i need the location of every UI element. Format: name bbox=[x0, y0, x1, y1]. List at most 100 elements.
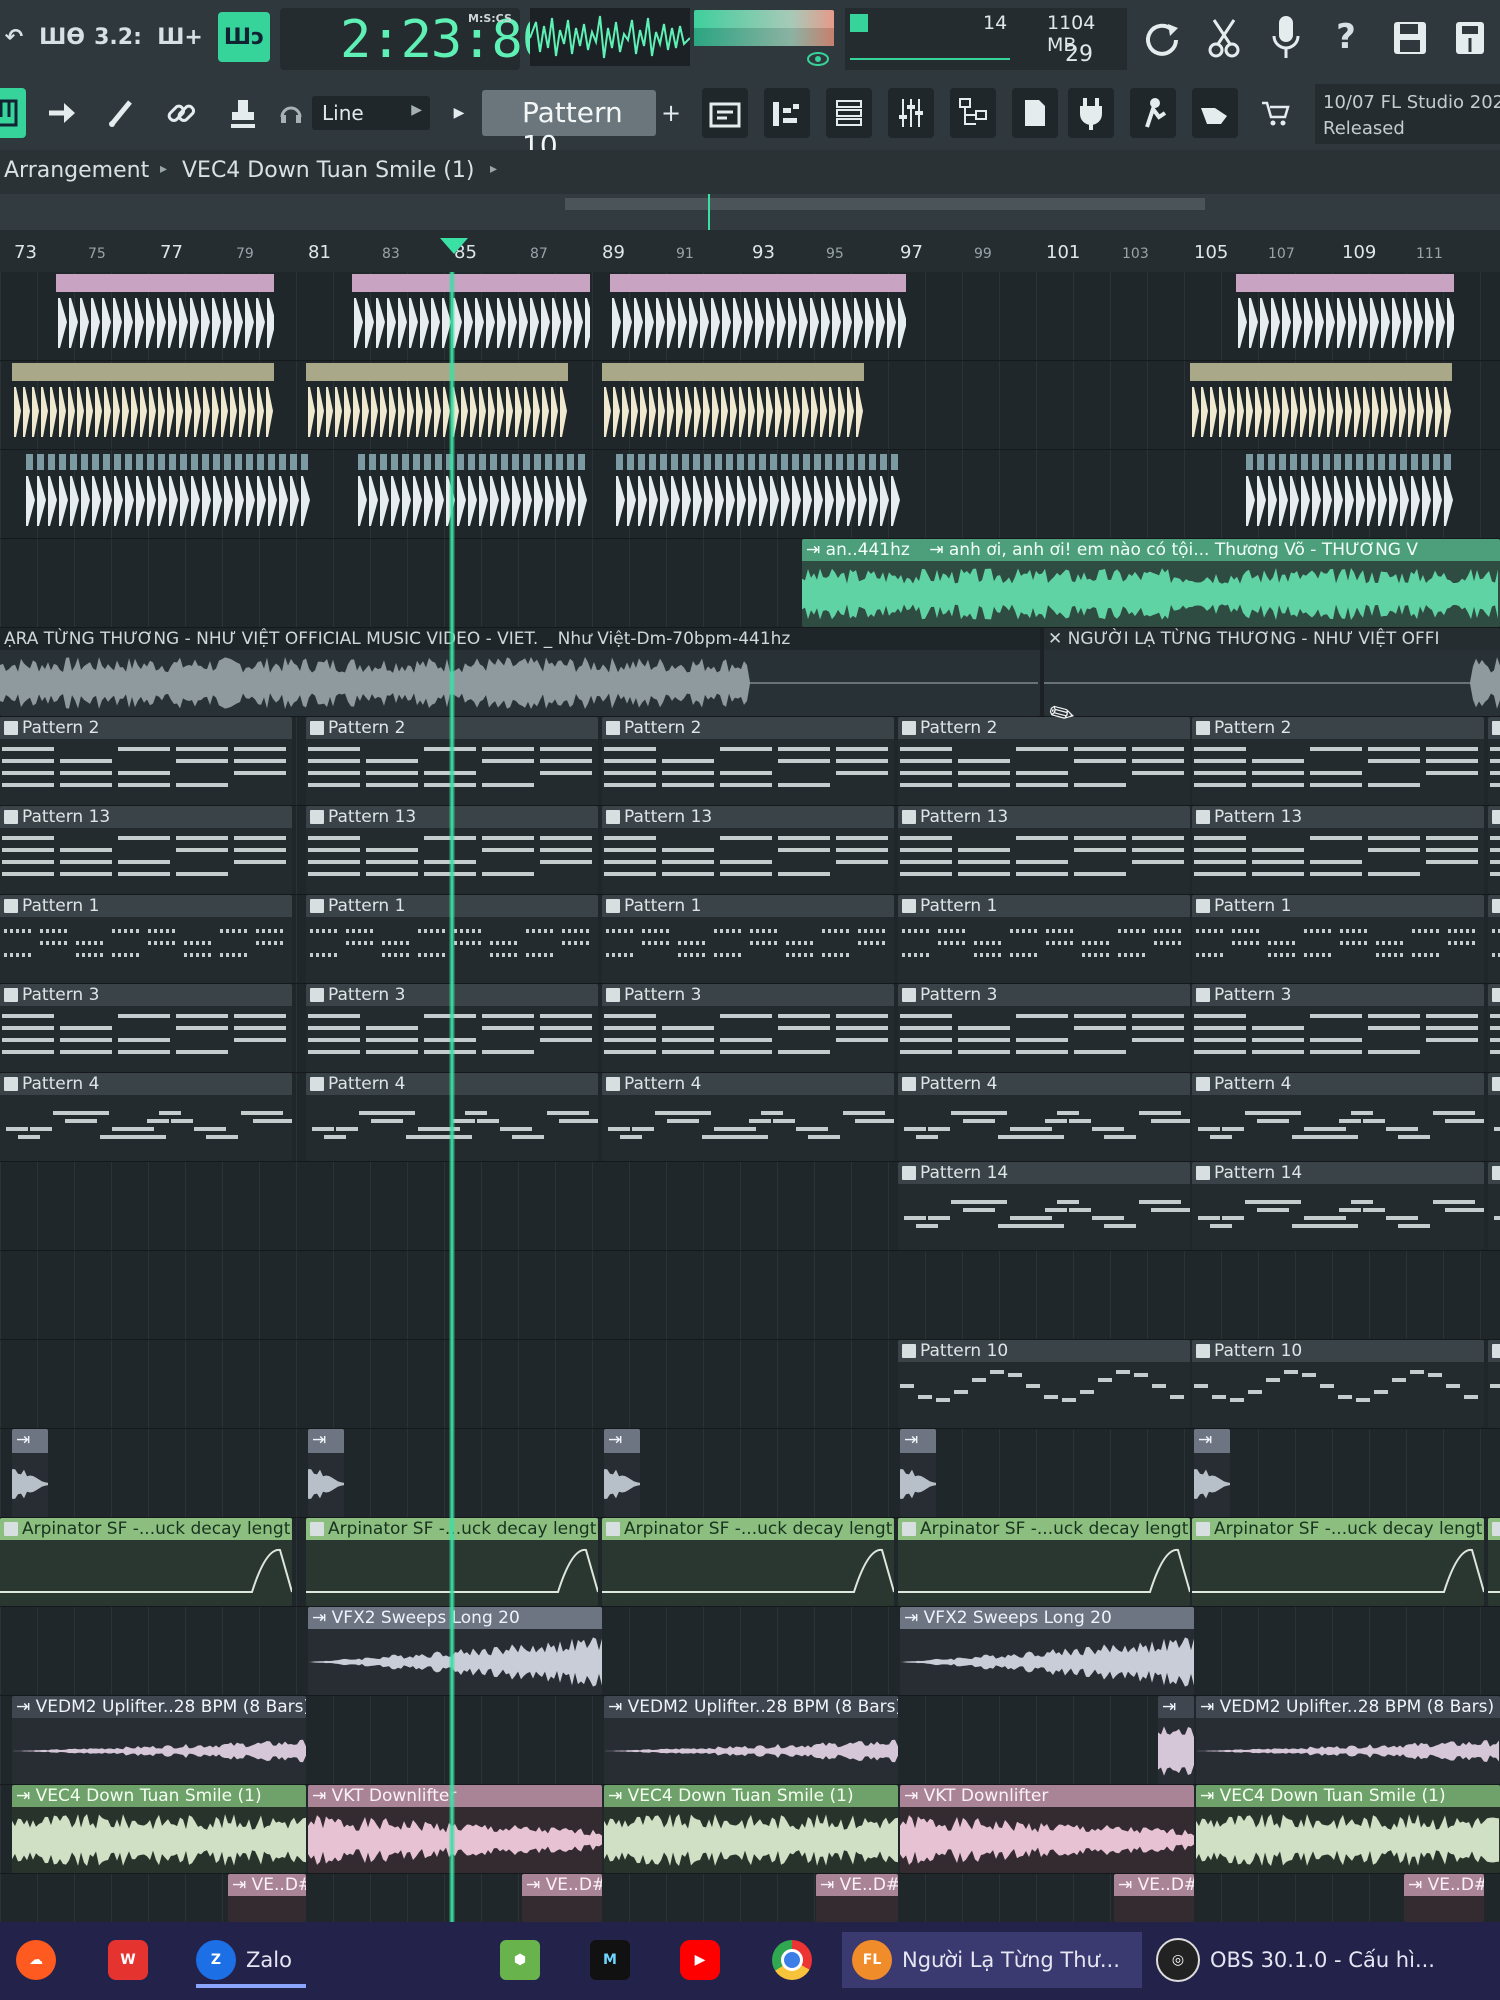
pattern-clip[interactable]: Pattern 2 bbox=[1488, 717, 1500, 805]
audio-clip[interactable]: ⇥ VE..D# bbox=[1404, 1874, 1484, 1922]
visibility-eye-icon[interactable] bbox=[806, 50, 830, 68]
drum-clip[interactable] bbox=[1236, 272, 1456, 360]
audio-clip[interactable]: ⇥ an..441hz ⇥ anh ơi, anh ơi! em nào có … bbox=[802, 539, 1500, 627]
audio-clip[interactable]: ⇥ VEC4 Down Tuan Smile (1) bbox=[1196, 1785, 1500, 1873]
pattern-clip[interactable]: Pattern 3 bbox=[602, 984, 894, 1072]
track-lane[interactable]: Pattern 14 Pattern 14 Pattern 14 bbox=[0, 1162, 1500, 1251]
cpu-memory-panel[interactable]: 14 1104 MB 29 bbox=[845, 8, 1127, 70]
drum-clip[interactable] bbox=[1190, 361, 1452, 449]
pencil-tool-icon[interactable] bbox=[98, 88, 144, 138]
pattern-clip[interactable]: Pattern 1 bbox=[602, 895, 894, 983]
pattern-clip[interactable]: Pattern 3 bbox=[898, 984, 1190, 1072]
drum-clip[interactable] bbox=[56, 272, 276, 360]
track-lane[interactable]: ⇥ VFX2 Sweeps Long 20 ⇥ VFX2 Sweeps Long… bbox=[0, 1607, 1500, 1696]
scissors-icon[interactable] bbox=[1204, 16, 1244, 60]
taskbar-obs[interactable]: ◎ OBS 30.1.0 - Cấu hì... bbox=[1146, 1932, 1500, 1988]
drum-clip[interactable] bbox=[610, 272, 907, 360]
track-lane[interactable] bbox=[0, 361, 1500, 450]
track-lane[interactable]: ⇥ an..441hz ⇥ anh ơi, anh ơi! em nào có … bbox=[0, 539, 1500, 628]
track-lane[interactable]: Arpinator SF -...uck decay length Arpinat… bbox=[0, 1518, 1500, 1607]
automation-clip[interactable]: Arpinator SF -...uck decay length bbox=[898, 1518, 1190, 1606]
help-icon[interactable]: ? bbox=[1324, 12, 1368, 62]
playlist-grid[interactable]: ⇥ an..441hz ⇥ anh ơi, anh ơi! em nào có … bbox=[0, 272, 1500, 1922]
drum-clip[interactable] bbox=[306, 361, 568, 449]
audio-clip[interactable]: ⇥ VEC4 Down Tuan Smile (1) bbox=[12, 1785, 306, 1873]
taskbar-fl-studio[interactable]: FL Người Lạ Từng Thư... bbox=[842, 1932, 1142, 1988]
export-icon[interactable] bbox=[1452, 20, 1488, 56]
track-lane[interactable] bbox=[0, 1251, 1500, 1340]
track-lane[interactable]: Pattern 10 Pattern 10 Pattern 10 bbox=[0, 1340, 1500, 1429]
audio-clip[interactable]: ✕ NGƯỜI LẠ TỪNG THƯƠNG - NHƯ VIỆT OFFI bbox=[1044, 628, 1500, 716]
breadcrumb-clip[interactable]: VEC4 Down Tuan Smile (1) bbox=[182, 158, 474, 183]
tempo-tap-button[interactable]: 3.2: bbox=[94, 12, 142, 62]
timeline-ruler[interactable]: 73 75 77 79 81 83 85 87 89 91 93 95 97 9… bbox=[0, 230, 1500, 273]
breadcrumb-arrangement[interactable]: Arrangement bbox=[4, 158, 149, 183]
playlist-overview[interactable] bbox=[0, 194, 1500, 230]
browser-tree-icon[interactable] bbox=[950, 88, 996, 138]
audio-clip[interactable]: ⇥ bbox=[12, 1429, 48, 1517]
pattern-clip[interactable]: Pattern 1 bbox=[898, 895, 1190, 983]
track-lane[interactable]: Pattern 2 Pattern 2 Pattern 2 Pattern 2 Patt… bbox=[0, 717, 1500, 806]
link-icon[interactable] bbox=[158, 88, 204, 138]
track-lane[interactable]: ⇥ VE..D# ⇥ VE..D# ⇥ VE..D# ⇥ VE..D# ⇥ VE… bbox=[0, 1874, 1500, 1922]
track-lane[interactable]: ⇥ ⇥ ⇥ ⇥ ⇥ bbox=[0, 1429, 1500, 1518]
pattern-clip[interactable]: Pattern 10 bbox=[1488, 1340, 1500, 1428]
audio-clip[interactable]: ⇥ bbox=[900, 1429, 936, 1517]
refresh-icon[interactable] bbox=[1142, 18, 1182, 58]
undo-icon[interactable]: ↶ bbox=[0, 12, 36, 62]
pattern-list-icon[interactable] bbox=[826, 88, 872, 138]
taskbar-soundcloud[interactable]: ☁ bbox=[16, 1932, 56, 1988]
pattern-clip[interactable]: Pattern 4 bbox=[1488, 1073, 1500, 1161]
drum-clip[interactable] bbox=[602, 361, 864, 449]
drum-clip[interactable] bbox=[12, 361, 274, 449]
stamp-tool-icon[interactable] bbox=[220, 88, 266, 138]
pattern-clip[interactable]: Pattern 3 bbox=[0, 984, 292, 1072]
automation-clip[interactable]: Arpinator SF -...uck decay length bbox=[1192, 1518, 1484, 1606]
taskbar-youtube[interactable]: ▶ bbox=[680, 1932, 720, 1988]
automation-clip[interactable]: Arpinator SF -...uck decay length bbox=[0, 1518, 292, 1606]
pattern-clip[interactable]: Pattern 4 bbox=[602, 1073, 894, 1161]
track-lane[interactable]: ⇥ VEDM2 Uplifter..28 BPM (8 Bars) ⇥ VEDM… bbox=[0, 1696, 1500, 1785]
playhead-line[interactable] bbox=[449, 272, 455, 1922]
loop-record-button[interactable]: Шↄ bbox=[218, 12, 270, 62]
metronome-button[interactable]: ШӨ bbox=[39, 12, 85, 62]
audio-clip[interactable]: ⇥ bbox=[604, 1429, 640, 1517]
mixer-icon[interactable] bbox=[888, 88, 934, 138]
track-lane[interactable]: Pattern 3 Pattern 3 Pattern 3 Pattern 3 Patt… bbox=[0, 984, 1500, 1073]
piano-roll-icon[interactable] bbox=[0, 88, 26, 138]
save-icon[interactable] bbox=[1392, 20, 1428, 56]
audio-clip[interactable]: ⇥ bbox=[1158, 1696, 1194, 1784]
audio-clip[interactable]: ⇥ VEDM2 Uplifter..28 BPM (8 Bars) bbox=[604, 1696, 898, 1784]
song-time-display[interactable]: 2:23:80 M:S:CS bbox=[280, 8, 553, 70]
pattern-clip[interactable]: Pattern 13 bbox=[1192, 806, 1484, 894]
tutorial-person-icon[interactable] bbox=[1130, 88, 1176, 138]
step-edit-button[interactable]: Ш+ bbox=[157, 12, 203, 62]
audio-clip[interactable]: ⇥ VFX2 Sweeps Long 20 bbox=[900, 1607, 1194, 1695]
audio-clip[interactable]: ⇥ VKT Downlifter bbox=[308, 1785, 602, 1873]
track-lane[interactable]: Pattern 4 Pattern 4 Pattern 4 Pattern 4 Patt… bbox=[0, 1073, 1500, 1162]
close-icon[interactable]: ✕ bbox=[1048, 629, 1068, 649]
automation-clip[interactable]: Arpinator SF -...uck decay length bbox=[1488, 1518, 1500, 1606]
pattern-clip[interactable]: Pattern 1 bbox=[0, 895, 292, 983]
audio-clip[interactable]: ⇥ VEDM2 Uplifter..28 BPM (8 Bars) bbox=[1196, 1696, 1500, 1784]
pattern-clip[interactable]: Pattern 3 bbox=[1488, 984, 1500, 1072]
taskbar-app-green[interactable]: ⬢ bbox=[500, 1932, 540, 1988]
drum-clip[interactable] bbox=[24, 450, 312, 538]
news-panel[interactable]: 10/07 FL Studio 2024 Released bbox=[1315, 84, 1500, 144]
pattern-clip[interactable]: Pattern 13 bbox=[1488, 806, 1500, 894]
pattern-clip[interactable]: Pattern 4 bbox=[0, 1073, 292, 1161]
audio-clip[interactable]: ⇥ VEDM2 Uplifter..28 BPM (8 Bars) bbox=[12, 1696, 306, 1784]
pattern-prev-icon[interactable]: ▶ bbox=[446, 88, 472, 138]
pattern-clip[interactable]: Pattern 13 bbox=[0, 806, 292, 894]
taskbar-wps[interactable]: W bbox=[108, 1932, 148, 1988]
drum-clip[interactable] bbox=[352, 272, 594, 360]
taskbar-chrome[interactable] bbox=[772, 1932, 812, 1988]
pattern-clip[interactable]: Pattern 4 bbox=[1192, 1073, 1484, 1161]
pattern-clip[interactable]: Pattern 10 bbox=[1192, 1340, 1484, 1428]
pattern-clip[interactable]: Pattern 4 bbox=[898, 1073, 1190, 1161]
headphones-icon[interactable] bbox=[276, 88, 306, 138]
track-lane[interactable]: ⇥ VEC4 Down Tuan Smile (1) ⇥ VKT Downlif… bbox=[0, 1785, 1500, 1874]
cart-icon[interactable] bbox=[1252, 88, 1298, 138]
project-file-icon[interactable] bbox=[1012, 88, 1058, 138]
audio-clip[interactable]: ⇥ bbox=[308, 1429, 344, 1517]
